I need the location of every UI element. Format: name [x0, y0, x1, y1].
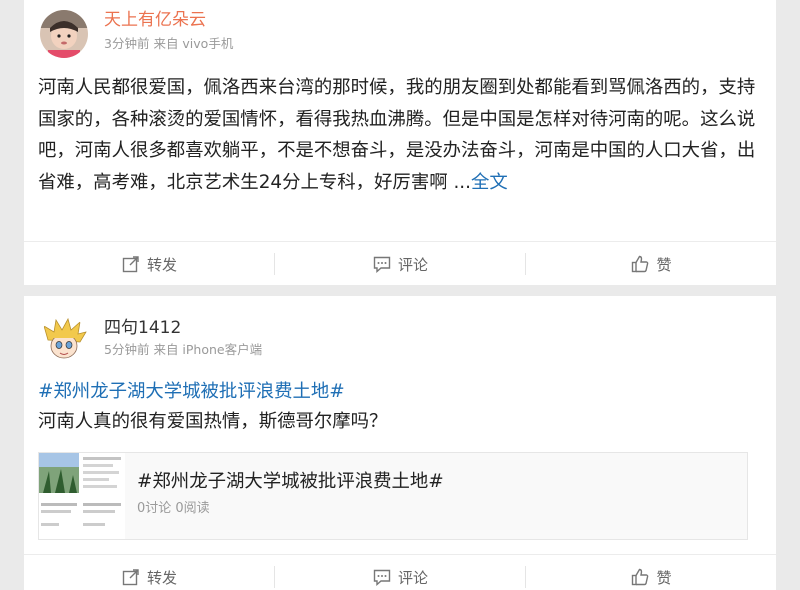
avatar[interactable]: [40, 316, 88, 364]
post-text: 河南人民都很爱国，佩洛西来台湾的那时候，我的朋友圈到处都能看到骂佩洛西的，支持国…: [38, 72, 764, 198]
repost-icon: [121, 254, 141, 274]
post-text: 河南人真的很有爱国热情，斯德哥尔摩吗？: [38, 411, 388, 432]
username[interactable]: 天上有亿朵云: [104, 10, 206, 30]
comment-icon: [372, 567, 392, 587]
post-source: 来自 vivo手机: [153, 36, 234, 51]
like-label: 赞: [656, 568, 672, 587]
comment-label: 评论: [397, 255, 428, 274]
comment-button[interactable]: 评论: [275, 555, 525, 590]
avatar[interactable]: [40, 10, 88, 58]
comment-label: 评论: [397, 568, 428, 587]
like-label: 赞: [656, 255, 672, 274]
like-icon: [630, 254, 650, 274]
shared-topic-thumbnail: [39, 453, 125, 539]
username[interactable]: 四句1412: [104, 318, 181, 338]
post-source: 来自 iPhone客户端: [153, 342, 263, 357]
comment-button[interactable]: 评论: [275, 242, 525, 286]
like-button[interactable]: 赞: [526, 242, 776, 286]
repost-button[interactable]: 转发: [24, 555, 274, 590]
repost-button[interactable]: 转发: [24, 242, 274, 286]
action-bar: 转发 评论 赞: [24, 554, 776, 590]
post-text-content: 河南人民都很爱国，佩洛西来台湾的那时候，我的朋友圈到处都能看到骂佩洛西的，支持国…: [38, 77, 756, 193]
action-bar: 转发 评论 赞: [24, 241, 776, 286]
comment-icon: [372, 254, 392, 274]
post-card: 天上有亿朵云 3分钟前 来自 vivo手机 河南人民都很爱国，佩洛西来台湾的那时…: [24, 0, 776, 285]
post-card: 四句1412 5分钟前 来自 iPhone客户端 #郑州龙子湖大学城被批评浪费土…: [24, 296, 776, 590]
topic-hashtag-link[interactable]: #郑州龙子湖大学城被批评浪费土地#: [38, 380, 345, 404]
weibo-feed: 天上有亿朵云 3分钟前 来自 vivo手机 河南人民都很爱国，佩洛西来台湾的那时…: [0, 0, 800, 590]
post-time[interactable]: 5分钟前: [104, 342, 149, 357]
post-meta: 3分钟前 来自 vivo手机: [104, 36, 233, 52]
post-meta: 5分钟前 来自 iPhone客户端: [104, 342, 262, 358]
shared-topic-card[interactable]: #郑州龙子湖大学城被批评浪费土地# 0讨论 0阅读: [38, 452, 748, 540]
shared-topic-title[interactable]: #郑州龙子湖大学城被批评浪费土地#: [137, 470, 444, 494]
like-button[interactable]: 赞: [526, 555, 776, 590]
repost-label: 转发: [146, 568, 177, 587]
shared-topic-stats: 0讨论 0阅读: [137, 501, 210, 516]
like-icon: [630, 567, 650, 587]
expand-full-text-link[interactable]: 全文: [471, 172, 508, 193]
post-time[interactable]: 3分钟前: [104, 36, 149, 51]
repost-label: 转发: [146, 255, 177, 274]
repost-icon: [121, 567, 141, 587]
